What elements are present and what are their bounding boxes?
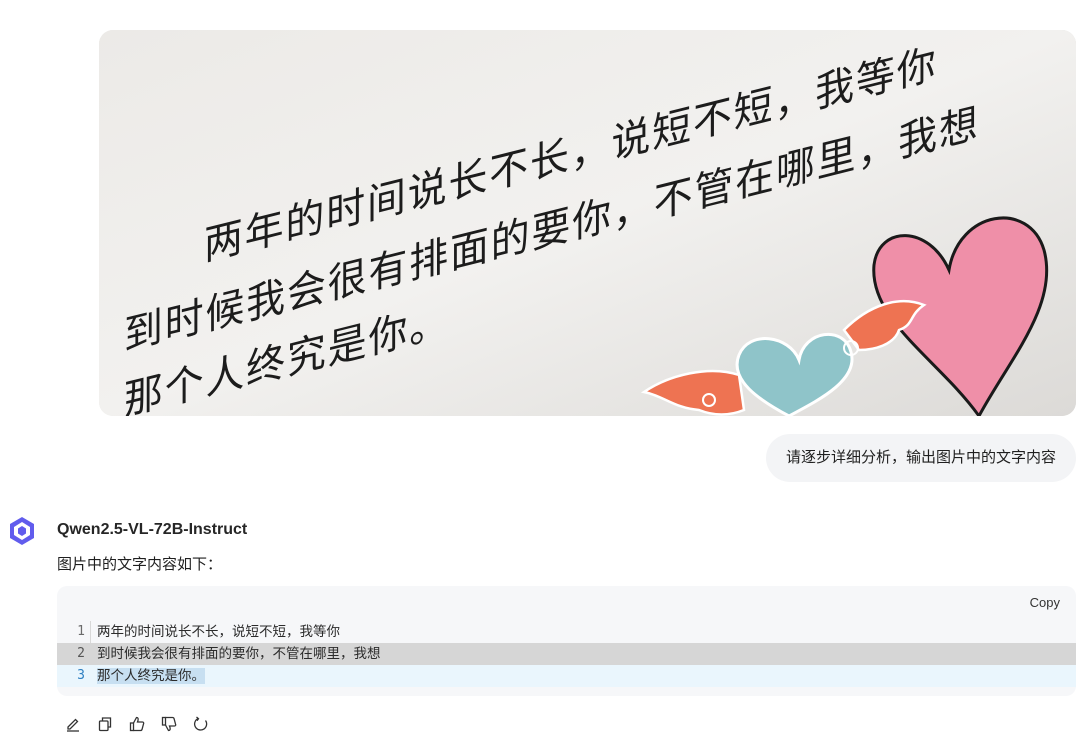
- code-block: Copy 1 两年的时间说长不长，说短不短，我等你 2 到时候我会很有排面的要你…: [57, 586, 1076, 696]
- copy-button[interactable]: Copy: [1030, 595, 1060, 610]
- chat-page: 两年的时间说长不长，说短不短，我等你 到时候我会很有排面的要你，不管在哪里，我想…: [0, 0, 1080, 748]
- model-name: Qwen2.5-VL-72B-Instruct: [57, 521, 248, 538]
- thumbs-up-icon[interactable]: [127, 714, 147, 734]
- qwen-logo-icon: [7, 516, 37, 546]
- line-number: 3: [77, 668, 85, 683]
- regenerate-icon[interactable]: [191, 714, 211, 734]
- line-text: 那个人终究是你。: [97, 665, 205, 687]
- line-text: 到时候我会很有排面的要你，不管在哪里，我想: [97, 646, 381, 662]
- edit-icon[interactable]: [63, 714, 83, 734]
- attached-image[interactable]: 两年的时间说长不长，说短不短，我等你 到时候我会很有排面的要你，不管在哪里，我想…: [99, 30, 1076, 416]
- line-number: 2: [77, 646, 85, 661]
- line-number: 1: [77, 624, 85, 639]
- code-line[interactable]: 2 到时候我会很有排面的要你，不管在哪里，我想: [57, 643, 1076, 665]
- thumbs-down-icon[interactable]: [159, 714, 179, 734]
- answer-intro-text: 图片中的文字内容如下：: [57, 556, 223, 573]
- user-message-bubble: 请逐步详细分析，输出图片中的文字内容: [765, 434, 1076, 482]
- copy-icon[interactable]: [95, 714, 115, 734]
- handwritten-note-image: 两年的时间说长不长，说短不短，我等你 到时候我会很有排面的要你，不管在哪里，我想…: [99, 30, 1076, 416]
- code-line[interactable]: 3 那个人终究是你。: [57, 665, 1076, 687]
- line-text: 两年的时间说长不长，说短不短，我等你: [97, 624, 340, 640]
- code-lines[interactable]: 1 两年的时间说长不长，说短不短，我等你 2 到时候我会很有排面的要你，不管在哪…: [57, 621, 1076, 687]
- user-message-text: 请逐步详细分析，输出图片中的文字内容: [785, 449, 1056, 466]
- message-actions: [63, 714, 211, 736]
- code-line[interactable]: 1 两年的时间说长不长，说短不短，我等你: [57, 621, 1076, 643]
- selected-text: 那个人终究是你。: [97, 668, 205, 684]
